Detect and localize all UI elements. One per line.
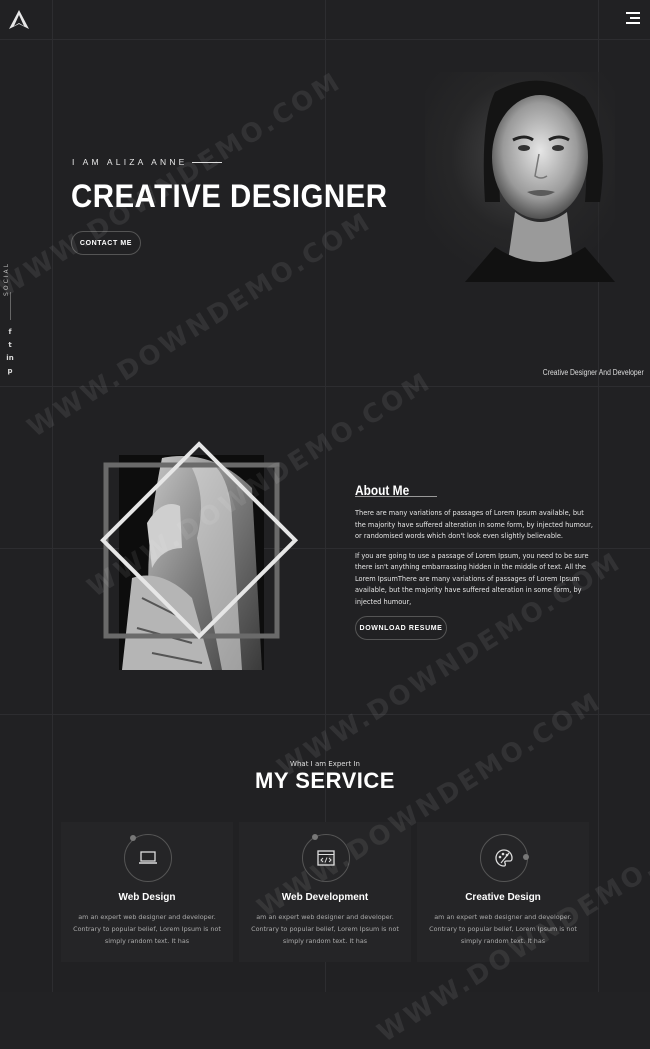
- service-icon-circle: [480, 834, 528, 882]
- palette-icon: [495, 849, 513, 867]
- download-resume-button[interactable]: DOWNLOAD RESUME: [355, 616, 447, 640]
- social-label: SOCIAL: [3, 262, 10, 296]
- social-divider: [10, 292, 11, 320]
- service-name: Creative Design: [465, 892, 541, 903]
- about-paragraph-1: There are many variations of passages of…: [355, 509, 593, 540]
- logo-icon[interactable]: [8, 9, 30, 31]
- about-image: [100, 441, 299, 670]
- grid-line: [0, 39, 650, 40]
- hero-portrait-image: [425, 72, 615, 282]
- monitor-icon: [139, 851, 157, 864]
- service-card-web-development[interactable]: Web Development am an expert web designe…: [239, 822, 411, 962]
- service-name: Web Design: [118, 892, 176, 903]
- decor-dot: [130, 835, 136, 841]
- service-name: Web Development: [281, 892, 369, 903]
- about-paragraph-2: If you are going to use a passage of Lor…: [355, 551, 589, 606]
- code-window-icon: [317, 850, 335, 866]
- about-title-underline: [355, 496, 437, 497]
- hero-title: CREATIVE DESIGNER: [71, 178, 388, 214]
- page: I AM ALIZA ANNE CREATIVE DESIGNER CONTAC…: [0, 0, 650, 1049]
- eyebrow-line: [191, 161, 222, 163]
- service-description: am an expert web designer and developer.…: [73, 913, 221, 945]
- grid-line: [0, 386, 650, 387]
- service-description: am an expert web designer and developer.…: [429, 913, 577, 945]
- service-card-creative-design[interactable]: Creative Design am an expert web designe…: [417, 822, 589, 962]
- about-text: There are many variations of passages of…: [355, 508, 595, 616]
- contact-me-button[interactable]: CONTACT ME: [71, 231, 141, 255]
- service-icon-circle: [302, 834, 350, 882]
- hero-eyebrow: I AM ALIZA ANNE: [72, 157, 222, 167]
- hero-eyebrow-text: I AM ALIZA ANNE: [72, 157, 188, 167]
- decor-dot: [312, 834, 318, 840]
- social-icons: f t in p: [5, 328, 15, 375]
- linkedin-icon[interactable]: in: [5, 354, 15, 362]
- service-icon-circle: [124, 834, 172, 882]
- grid-line: [0, 714, 650, 715]
- service-description: am an expert web designer and developer.…: [251, 913, 399, 945]
- hamburger-menu-icon[interactable]: [626, 12, 640, 24]
- facebook-icon[interactable]: f: [5, 328, 15, 336]
- decor-dot: [523, 854, 529, 860]
- services-title: MY SERVICE: [255, 768, 395, 793]
- services-subtitle: What I am Expert In: [290, 760, 360, 768]
- service-card-web-design[interactable]: Web Design am an expert web designer and…: [61, 822, 233, 962]
- twitter-icon[interactable]: t: [5, 341, 15, 349]
- grid-line: [52, 0, 53, 992]
- hero-caption: Creative Designer And Developer: [543, 368, 644, 377]
- pinterest-icon[interactable]: p: [5, 367, 15, 375]
